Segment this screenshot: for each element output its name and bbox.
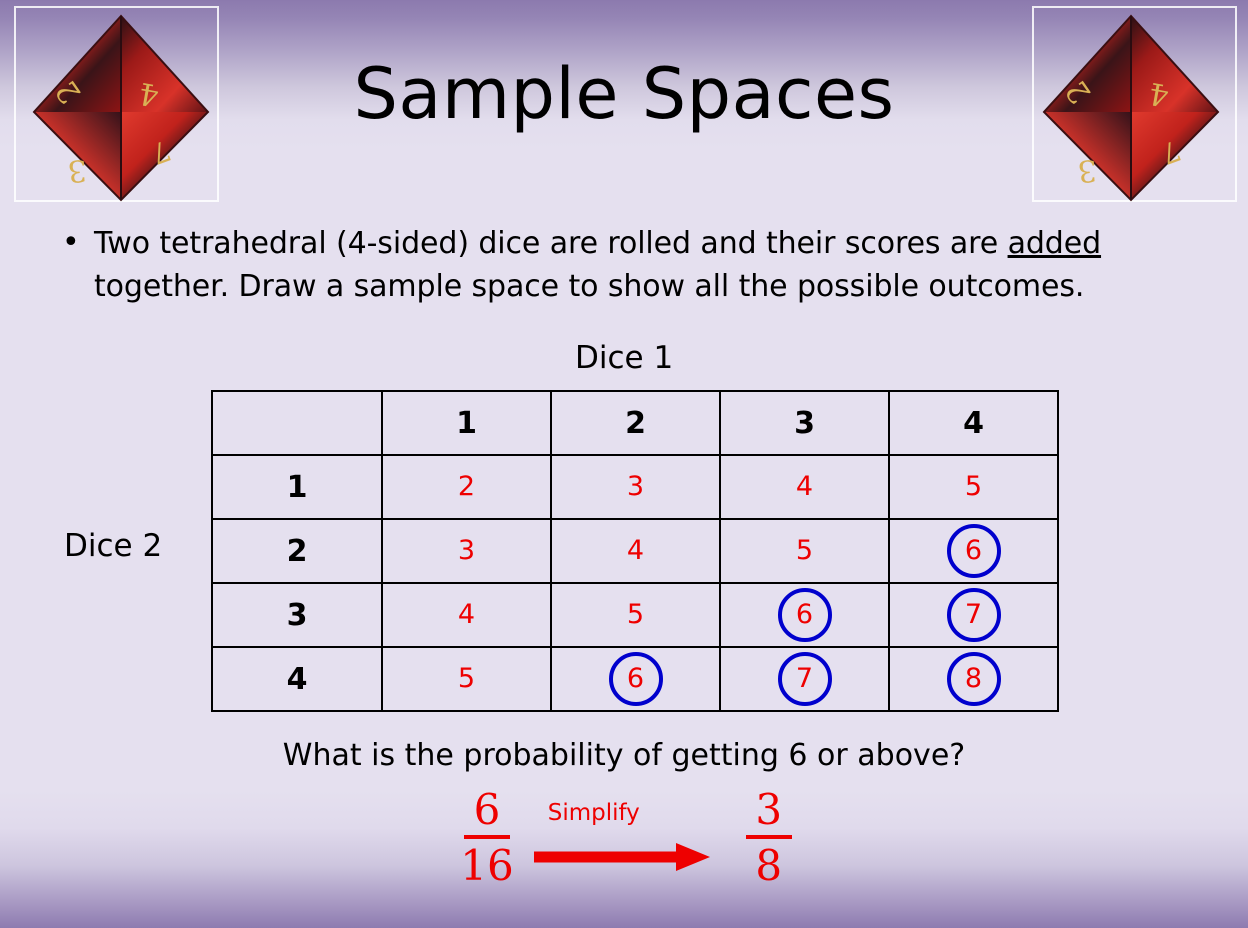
- column-header-cell: 2: [550, 390, 721, 456]
- outcome-value: 8: [964, 663, 983, 694]
- outcome-value: 5: [626, 599, 645, 630]
- column-header-label: 3: [794, 405, 815, 441]
- outcome-cell: 4: [381, 582, 552, 648]
- outcome-cell-circled: 7: [719, 646, 890, 712]
- row-header-cell: 2: [211, 518, 383, 584]
- column-header-label: 1: [456, 405, 477, 441]
- outcome-value: 3: [626, 471, 645, 502]
- arrow-right-icon: [533, 843, 710, 871]
- sample-space-table: 1 2 3 4 1 2 3 4 5 2 3 4 5 6 3 4 5 6 7 4 …: [211, 390, 1059, 712]
- simplify-label: Simplify: [547, 800, 640, 826]
- outcome-cell: 5: [719, 518, 890, 584]
- sample-space-table-body: 1 2 3 4 1 2 3 4 5 2 3 4 5 6 3 4 5 6 7 4 …: [211, 390, 1059, 712]
- table-corner-cell: [211, 390, 383, 456]
- table-row: 4 5 6 7 8: [211, 646, 1059, 712]
- question-text: What is the probability of getting 6 or …: [282, 738, 966, 773]
- column-header-cell: 3: [719, 390, 890, 456]
- fraction-numerator: 3: [755, 785, 783, 834]
- outcome-value: 6: [795, 599, 814, 630]
- outcome-cell-circled: 8: [888, 646, 1059, 712]
- outcome-cell: 3: [381, 518, 552, 584]
- outcome-cell-circled: 7: [888, 582, 1059, 648]
- fraction-simplified: 3 8: [745, 785, 792, 890]
- bullet-marker-icon: •: [62, 225, 80, 260]
- outcome-value: 7: [795, 663, 814, 694]
- answer-row: 6 16 Simplify 3 8: [0, 786, 1248, 890]
- outcome-value: 6: [626, 663, 645, 694]
- row-header-label: 4: [286, 661, 308, 697]
- simplify-arrow-block: Simplify: [532, 794, 732, 890]
- row-header-label: 1: [286, 469, 308, 505]
- outcome-cell-circled: 6: [888, 518, 1059, 584]
- outcome-value: 2: [457, 471, 476, 502]
- column-header-cell: 1: [381, 390, 552, 456]
- bullet-text-part2: together. Draw a sample space to show al…: [94, 269, 1085, 304]
- outcome-value: 7: [964, 599, 983, 630]
- slide-canvas: 2 4 3 7 2 4 3 7 Sample Spaces • Two tetr…: [0, 0, 1248, 928]
- bullet-text-part1: Two tetrahedral (4-sided) dice are rolle…: [94, 226, 1008, 261]
- table-row: 1 2 3 4 5: [211, 454, 1059, 520]
- fraction-denominator: 16: [460, 841, 514, 890]
- row-header-cell: 4: [211, 646, 383, 712]
- bullet-text-underlined: added: [1007, 226, 1102, 261]
- table-header-row: 1 2 3 4: [211, 390, 1059, 456]
- outcome-cell: 2: [381, 454, 552, 520]
- column-header-cell: 4: [888, 390, 1059, 456]
- fraction-bar: [463, 835, 510, 839]
- table-row: 3 4 5 6 7: [211, 582, 1059, 648]
- outcome-cell-circled: 6: [550, 646, 721, 712]
- outcome-cell: 4: [550, 518, 721, 584]
- table-row: 2 3 4 5 6: [211, 518, 1059, 584]
- row-header-label: 3: [286, 597, 308, 633]
- column-header-label: 2: [625, 405, 646, 441]
- outcome-value: 5: [795, 535, 814, 566]
- outcome-value: 6: [964, 535, 983, 566]
- outcome-cell-circled: 6: [719, 582, 890, 648]
- outcome-cell: 5: [550, 582, 721, 648]
- dice1-axis-label: Dice 1: [575, 340, 674, 376]
- svg-text:3: 3: [1076, 152, 1097, 188]
- outcome-cell: 5: [381, 646, 552, 712]
- row-header-cell: 3: [211, 582, 383, 648]
- outcome-value: 3: [457, 535, 476, 566]
- fraction-bar: [745, 835, 792, 839]
- outcome-value: 5: [964, 471, 983, 502]
- outcome-value: 5: [457, 663, 476, 694]
- outcome-cell: 5: [888, 454, 1059, 520]
- outcome-cell: 4: [719, 454, 890, 520]
- fraction-original: 6 16: [456, 789, 517, 887]
- dice2-axis-label: Dice 2: [64, 528, 163, 564]
- bullet-text: Two tetrahedral (4-sided) dice are rolle…: [94, 222, 1172, 308]
- row-header-label: 2: [286, 533, 308, 569]
- svg-text:3: 3: [66, 152, 87, 188]
- slide-title: Sample Spaces: [353, 53, 895, 135]
- fraction-numerator: 6: [473, 785, 501, 834]
- fraction-denominator: 8: [755, 841, 783, 890]
- row-header-cell: 1: [211, 454, 383, 520]
- column-header-label: 4: [963, 405, 984, 441]
- outcome-cell: 3: [550, 454, 721, 520]
- outcome-value: 4: [626, 535, 645, 566]
- outcome-value: 4: [795, 471, 814, 502]
- outcome-value: 4: [457, 599, 476, 630]
- bullet-paragraph: • Two tetrahedral (4-sided) dice are rol…: [62, 222, 1172, 308]
